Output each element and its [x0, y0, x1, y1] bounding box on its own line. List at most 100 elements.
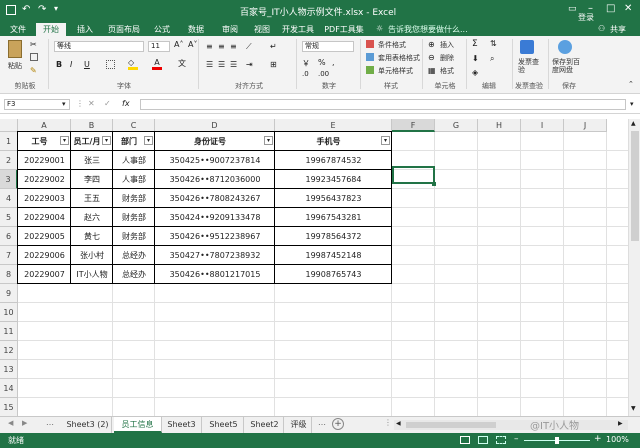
row-header-10[interactable]: 10: [0, 303, 18, 322]
scroll-up-icon[interactable]: ▲: [631, 120, 636, 127]
vertical-scrollbar[interactable]: ▲ ▼: [628, 119, 640, 416]
conditional-format-button[interactable]: 条件格式: [378, 40, 406, 50]
sheet-tab-sheet3-2[interactable]: Sheet3 (2): [64, 417, 112, 433]
cell-id-card[interactable]: 350426••9512238967: [155, 227, 275, 246]
decrease-font-icon[interactable]: A˅: [188, 40, 197, 49]
cell-phone[interactable]: 19908765743: [275, 265, 392, 284]
tab-formulas[interactable]: 公式: [148, 23, 176, 36]
italic-icon[interactable]: I: [70, 60, 72, 69]
font-color-icon[interactable]: A: [152, 58, 162, 70]
tab-developer[interactable]: 开发工具: [280, 23, 316, 36]
autosum-icon[interactable]: Σ: [472, 39, 478, 49]
page-layout-view-icon[interactable]: [478, 436, 488, 444]
horizontal-scroll-thumb[interactable]: [406, 422, 496, 428]
row-header-7[interactable]: 7: [0, 246, 18, 265]
cell-emp-id[interactable]: 20229002: [18, 170, 71, 189]
sheet-tab-sheet5[interactable]: Sheet5: [204, 417, 244, 433]
cell-phone[interactable]: 19967543281: [275, 208, 392, 227]
paste-icon[interactable]: [8, 40, 22, 58]
row-header-12[interactable]: 12: [0, 341, 18, 360]
row-header-1[interactable]: 1: [0, 132, 18, 151]
vertical-scroll-thumb[interactable]: [631, 131, 639, 241]
header-phone[interactable]: 手机号 ▾: [275, 132, 392, 151]
sheet-tab-rating[interactable]: 评级: [286, 417, 312, 433]
zoom-in-icon[interactable]: +: [594, 434, 602, 444]
formula-input[interactable]: [140, 99, 626, 110]
filter-dropdown-icon[interactable]: ▾: [102, 136, 111, 145]
row-header-14[interactable]: 14: [0, 379, 18, 398]
fill-color-icon[interactable]: ◇: [128, 58, 138, 70]
add-sheet-icon[interactable]: +: [332, 418, 344, 430]
underline-icon[interactable]: U: [84, 60, 90, 69]
save-icon[interactable]: [6, 5, 16, 15]
sheet-next-icon[interactable]: ▶: [22, 419, 27, 427]
insert-cells-button[interactable]: 插入: [440, 40, 454, 50]
cell-dept[interactable]: 财务部: [113, 227, 155, 246]
cell-id-card[interactable]: 350426••7808243267: [155, 189, 275, 208]
row-header-15[interactable]: 15: [0, 398, 18, 417]
zoom-slider[interactable]: [524, 437, 590, 444]
sheet-tab-sheet2[interactable]: Sheet2: [246, 417, 284, 433]
share-icon[interactable]: ⚇: [598, 24, 605, 33]
tab-insert[interactable]: 插入: [70, 23, 100, 36]
sheet-tab-sheet3[interactable]: Sheet3: [162, 417, 202, 433]
cell-dept[interactable]: 人事部: [113, 151, 155, 170]
scroll-down-icon[interactable]: ▼: [631, 405, 636, 412]
align-right-icon[interactable]: ☰: [230, 60, 237, 69]
sort-filter-icon[interactable]: ⇅: [490, 39, 497, 48]
filter-dropdown-icon[interactable]: ▾: [144, 136, 153, 145]
enter-icon[interactable]: ✓: [104, 99, 111, 108]
font-name-select[interactable]: 等线: [54, 41, 144, 52]
row-header-4[interactable]: 4: [0, 189, 18, 208]
tab-split-grip-icon[interactable]: ⋮: [384, 418, 392, 427]
cell-emp-name[interactable]: 王五: [71, 189, 113, 208]
zoom-slider-thumb[interactable]: [555, 437, 559, 444]
cell-id-card[interactable]: 350426••8712036000: [155, 170, 275, 189]
header-emp-name[interactable]: 员工/月 ▾: [71, 132, 113, 151]
tab-home[interactable]: 开始: [36, 23, 66, 36]
row-header-2[interactable]: 2: [0, 151, 18, 170]
align-left-icon[interactable]: ☰: [206, 60, 213, 69]
redo-icon[interactable]: ↷: [38, 4, 46, 15]
ribbon-display-options-icon[interactable]: ▭: [568, 4, 577, 14]
maximize-icon[interactable]: □: [606, 3, 615, 14]
cell-emp-name[interactable]: 张小村: [71, 246, 113, 265]
page-break-view-icon[interactable]: [496, 436, 506, 444]
cell-dept[interactable]: 总经办: [113, 265, 155, 284]
undo-icon[interactable]: ↶: [22, 4, 30, 15]
cell-phone[interactable]: 19987452148: [275, 246, 392, 265]
tell-me-box[interactable]: 告诉我您想要做什么...: [388, 24, 468, 35]
cut-icon[interactable]: ✂: [30, 40, 37, 49]
cell-dept[interactable]: 总经办: [113, 246, 155, 265]
clear-icon[interactable]: ◈: [472, 68, 478, 77]
cell-emp-name[interactable]: IT小人物: [71, 265, 113, 284]
save-to-baidu-button[interactable]: 保存到百度网盘: [552, 58, 586, 74]
cell-dept[interactable]: 人事部: [113, 170, 155, 189]
share-button[interactable]: 共享: [610, 24, 626, 35]
filter-dropdown-icon[interactable]: ▾: [381, 136, 390, 145]
increase-decimal-icon[interactable]: .0: [302, 70, 309, 78]
comma-icon[interactable]: ,: [332, 58, 335, 67]
header-emp-id[interactable]: 工号 ▾: [18, 132, 71, 151]
format-painter-icon[interactable]: ✎: [30, 66, 37, 75]
sheet-tab-employee-info[interactable]: 员工信息: [114, 417, 162, 433]
zoom-out-icon[interactable]: –: [514, 434, 519, 444]
cell-emp-id[interactable]: 20229004: [18, 208, 71, 227]
filter-dropdown-icon[interactable]: ▾: [264, 136, 273, 145]
cell-emp-id[interactable]: 20229001: [18, 151, 71, 170]
collapse-ribbon-icon[interactable]: ⌃: [628, 80, 634, 88]
selected-cell-f3[interactable]: [392, 166, 435, 184]
tab-view[interactable]: 视图: [248, 23, 276, 36]
tab-review[interactable]: 审阅: [216, 23, 244, 36]
filter-dropdown-icon[interactable]: ▾: [60, 136, 69, 145]
select-all-corner[interactable]: [0, 119, 18, 132]
cell-id-card[interactable]: 350427••7807238932: [155, 246, 275, 265]
name-box-dropdown-icon[interactable]: ▾: [62, 100, 66, 108]
row-header-9[interactable]: 9: [0, 284, 18, 303]
scroll-right-icon[interactable]: ▶: [618, 420, 623, 427]
align-top-icon[interactable]: ≡: [206, 42, 213, 51]
name-box[interactable]: F3: [4, 99, 70, 110]
phonetic-icon[interactable]: 文: [178, 58, 186, 69]
cell-id-card[interactable]: 350425••9007237814: [155, 151, 275, 170]
indent-icon[interactable]: ⇥: [246, 60, 253, 69]
